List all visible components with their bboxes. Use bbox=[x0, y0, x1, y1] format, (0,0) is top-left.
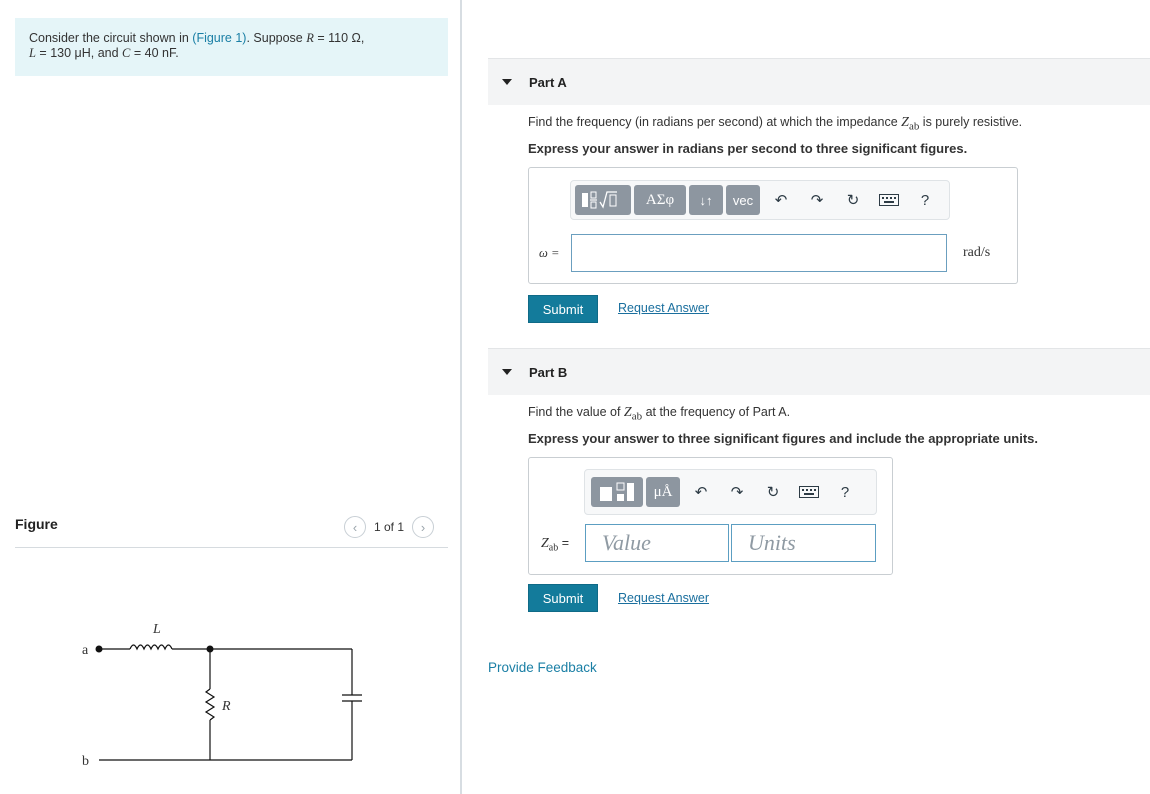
templates-button[interactable] bbox=[575, 185, 631, 215]
problem-intro: Consider the circuit shown in bbox=[29, 31, 193, 45]
question-text: Find the frequency (in radians per secon… bbox=[528, 115, 902, 129]
provide-feedback-link[interactable]: Provide Feedback bbox=[488, 660, 597, 675]
redo-icon[interactable]: ↷ bbox=[719, 477, 755, 507]
part-a-header[interactable]: Part A bbox=[488, 59, 1150, 105]
reset-icon[interactable]: ↻ bbox=[755, 477, 791, 507]
template-blocks-icon bbox=[600, 482, 634, 501]
pager-count: 1 of 1 bbox=[374, 520, 405, 534]
part-a-submit-button[interactable]: Submit bbox=[528, 295, 598, 323]
figure-title: Figure bbox=[15, 516, 58, 532]
reset-icon[interactable]: ↻ bbox=[835, 185, 871, 215]
keyboard-icon[interactable] bbox=[791, 477, 827, 507]
part-b-math-toolbar: μÅ ↶ ↷ ↻ ? bbox=[584, 469, 877, 515]
part-b-request-answer-link[interactable]: Request Answer bbox=[618, 591, 709, 605]
node-a bbox=[95, 645, 103, 653]
problem-statement: Consider the circuit shown in (Figure 1)… bbox=[15, 18, 448, 76]
inductor-coil bbox=[129, 644, 173, 651]
part-a-title: Part A bbox=[529, 74, 567, 90]
updown-arrows-button[interactable]: ↓↑ bbox=[689, 185, 723, 215]
question-text: at the frequency of Part A. bbox=[642, 405, 791, 419]
keyboard-icon[interactable] bbox=[871, 185, 907, 215]
node-mid bbox=[206, 645, 214, 653]
resistor-value: = 110 Ω, bbox=[313, 31, 365, 45]
units-input[interactable]: Units bbox=[731, 524, 876, 562]
figure-link[interactable]: (Figure 1) bbox=[192, 31, 246, 45]
next-figure-button[interactable]: › bbox=[412, 516, 435, 538]
problem-text: . Suppose bbox=[246, 31, 307, 45]
units-button[interactable]: μÅ bbox=[646, 477, 680, 507]
figure-pager: ‹ 1 of 1 › bbox=[344, 516, 435, 538]
part-a-instruction: Express your answer in radians per secon… bbox=[528, 141, 968, 156]
redo-icon[interactable]: ↷ bbox=[799, 185, 835, 215]
omega-label: ω = bbox=[539, 246, 560, 260]
capacitor-value: = 40 nF. bbox=[130, 46, 179, 60]
figure-divider bbox=[15, 547, 448, 548]
zab-label: Zab = bbox=[541, 536, 569, 554]
question-text: is purely resistive. bbox=[919, 115, 1023, 129]
zab-symbol: Z bbox=[541, 536, 549, 551]
resistor-symbol: R bbox=[306, 31, 314, 45]
impedance-subscript: ab bbox=[908, 120, 920, 133]
vec-button[interactable]: vec bbox=[726, 185, 760, 215]
question-text: Find the value of bbox=[528, 405, 624, 419]
impedance-subscript: ab bbox=[631, 410, 643, 423]
inductor-symbol: L bbox=[29, 46, 36, 60]
part-a-math-toolbar: ΑΣφ ↓↑ vec ↶ ↷ ↻ ? bbox=[570, 180, 950, 220]
unit-rad-per-s: rad/s bbox=[963, 245, 991, 260]
part-b-question: Find the value of Zab at the frequency o… bbox=[528, 405, 790, 423]
fraction-sqrt-icon bbox=[582, 191, 617, 209]
label-a: a bbox=[82, 643, 89, 658]
impedance-symbol: Z bbox=[901, 115, 909, 130]
part-b-instruction: Express your answer to three significant… bbox=[528, 431, 1038, 446]
label-b: b bbox=[82, 754, 89, 769]
collapse-triangle-icon bbox=[502, 369, 512, 375]
zab-equals: = bbox=[558, 536, 570, 550]
impedance-symbol: Z bbox=[623, 405, 632, 420]
inductor-value: = 130 μH, and bbox=[35, 46, 123, 60]
part-b-submit-button[interactable]: Submit bbox=[528, 584, 598, 612]
label-L: L bbox=[152, 622, 161, 637]
help-button[interactable]: ? bbox=[827, 477, 863, 507]
column-divider bbox=[460, 0, 462, 794]
greek-button[interactable]: ΑΣφ bbox=[634, 185, 686, 215]
part-b-header[interactable]: Part B bbox=[488, 349, 1150, 395]
collapse-triangle-icon bbox=[502, 79, 512, 85]
part-a-request-answer-link[interactable]: Request Answer bbox=[618, 301, 709, 315]
prev-figure-button[interactable]: ‹ bbox=[344, 516, 366, 538]
part-b-title: Part B bbox=[529, 364, 568, 380]
value-input[interactable]: Value bbox=[585, 524, 729, 562]
circuit-diagram: L R C a b bbox=[82, 622, 362, 769]
label-R: R bbox=[221, 699, 231, 714]
undo-icon[interactable]: ↶ bbox=[683, 477, 719, 507]
omega-input[interactable] bbox=[571, 234, 947, 272]
resistor-zigzag bbox=[204, 688, 216, 721]
templates-button[interactable] bbox=[591, 477, 643, 507]
undo-icon[interactable]: ↶ bbox=[763, 185, 799, 215]
zab-subscript: ab bbox=[548, 542, 559, 554]
help-button[interactable]: ? bbox=[907, 185, 943, 215]
part-a-question: Find the frequency (in radians per secon… bbox=[528, 115, 1022, 133]
